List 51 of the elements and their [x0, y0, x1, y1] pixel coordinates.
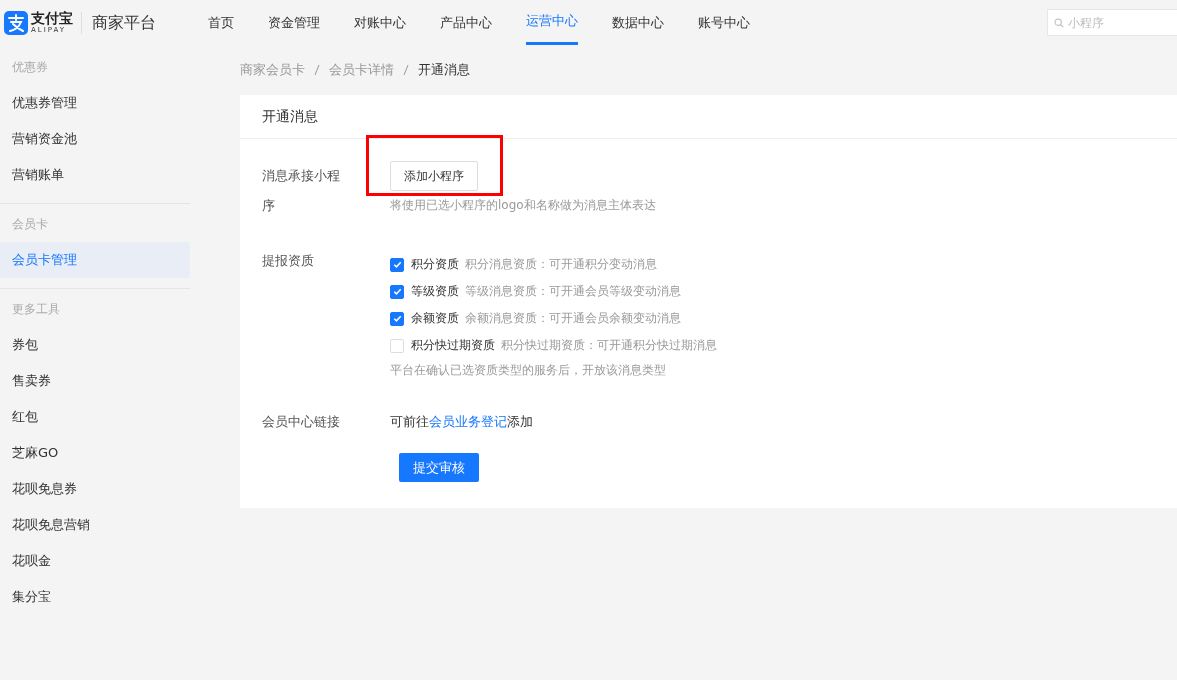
- nav-tab[interactable]: 账号中心: [698, 0, 750, 45]
- sidebar-item[interactable]: 优惠券管理: [0, 85, 190, 121]
- sidebar-item[interactable]: 花呗金: [0, 543, 190, 579]
- sidebar-item[interactable]: 红包: [0, 399, 190, 435]
- nav-tab[interactable]: 资金管理: [268, 0, 320, 45]
- breadcrumb-separator-icon: [403, 64, 409, 76]
- option-description: 积分快过期资质：可开通积分快过期消息: [501, 337, 717, 354]
- nav-tab[interactable]: 运营中心: [526, 0, 578, 45]
- field-label: 会员中心链接: [262, 413, 341, 431]
- sidebar-group-title: 会员卡: [11, 216, 49, 233]
- sidebar-item[interactable]: 营销账单: [0, 157, 190, 193]
- sidebar-item[interactable]: 券包: [0, 327, 190, 363]
- sidebar-item[interactable]: 营销资金池: [0, 121, 190, 157]
- checkbox[interactable]: [390, 311, 404, 326]
- option-description: 积分消息资质：可开通积分变动消息: [465, 256, 657, 273]
- nav-tab[interactable]: 对账中心: [354, 0, 406, 45]
- platform-title: 商家平台: [81, 11, 156, 34]
- registration-link[interactable]: 会员业务登记: [429, 414, 507, 429]
- field-label: 消息承接小程序: [262, 167, 341, 215]
- option-name: 积分快过期资质: [411, 337, 495, 354]
- card-title: 开通消息: [240, 95, 1177, 139]
- help-text: 将使用已选小程序的logo和名称做为消息主体表达: [390, 197, 656, 214]
- nav-tab[interactable]: 产品中心: [440, 0, 492, 45]
- option-description: 余额消息资质：可开通会员余额变动消息: [465, 310, 681, 327]
- sidebar-item[interactable]: 芝麻GO: [0, 435, 190, 471]
- sidebar-group-title: 更多工具: [11, 301, 61, 318]
- search-field[interactable]: 小程序: [1047, 9, 1177, 36]
- logo-text: 支付宝: [31, 11, 73, 25]
- add-miniapp-button[interactable]: 添加小程序: [390, 161, 478, 191]
- sidebar-group-title: 优惠券: [11, 59, 49, 76]
- breadcrumb-current: 开通消息: [418, 61, 470, 79]
- breadcrumb-separator-icon: [314, 64, 320, 76]
- logo-icon: [4, 10, 28, 35]
- option-name: 余额资质: [411, 310, 459, 327]
- field-label: 提报资质: [262, 252, 315, 270]
- option-description: 等级消息资质：可开通会员等级变动消息: [465, 283, 681, 300]
- sidebar-item[interactable]: 集分宝: [0, 579, 190, 615]
- link-prefix-text: 可前往: [390, 414, 429, 429]
- sidebar-item[interactable]: 售卖券: [0, 363, 190, 399]
- option-name: 等级资质: [411, 283, 459, 300]
- checkbox[interactable]: [390, 257, 404, 272]
- sidebar-item[interactable]: 花呗免息营销: [0, 507, 190, 543]
- link-suffix-text: 添加: [507, 414, 533, 429]
- option-name: 积分资质: [411, 256, 459, 273]
- submit-button[interactable]: 提交审核: [399, 453, 479, 482]
- sidebar-item[interactable]: 花呗免息券: [0, 471, 190, 507]
- sidebar-item[interactable]: 会员卡管理: [0, 242, 190, 278]
- checkbox[interactable]: [390, 284, 404, 299]
- nav-tab[interactable]: 数据中心: [612, 0, 664, 45]
- help-text: 平台在确认已选资质类型的服务后，开放该消息类型: [390, 362, 667, 379]
- nav-tab[interactable]: 首页: [208, 0, 234, 45]
